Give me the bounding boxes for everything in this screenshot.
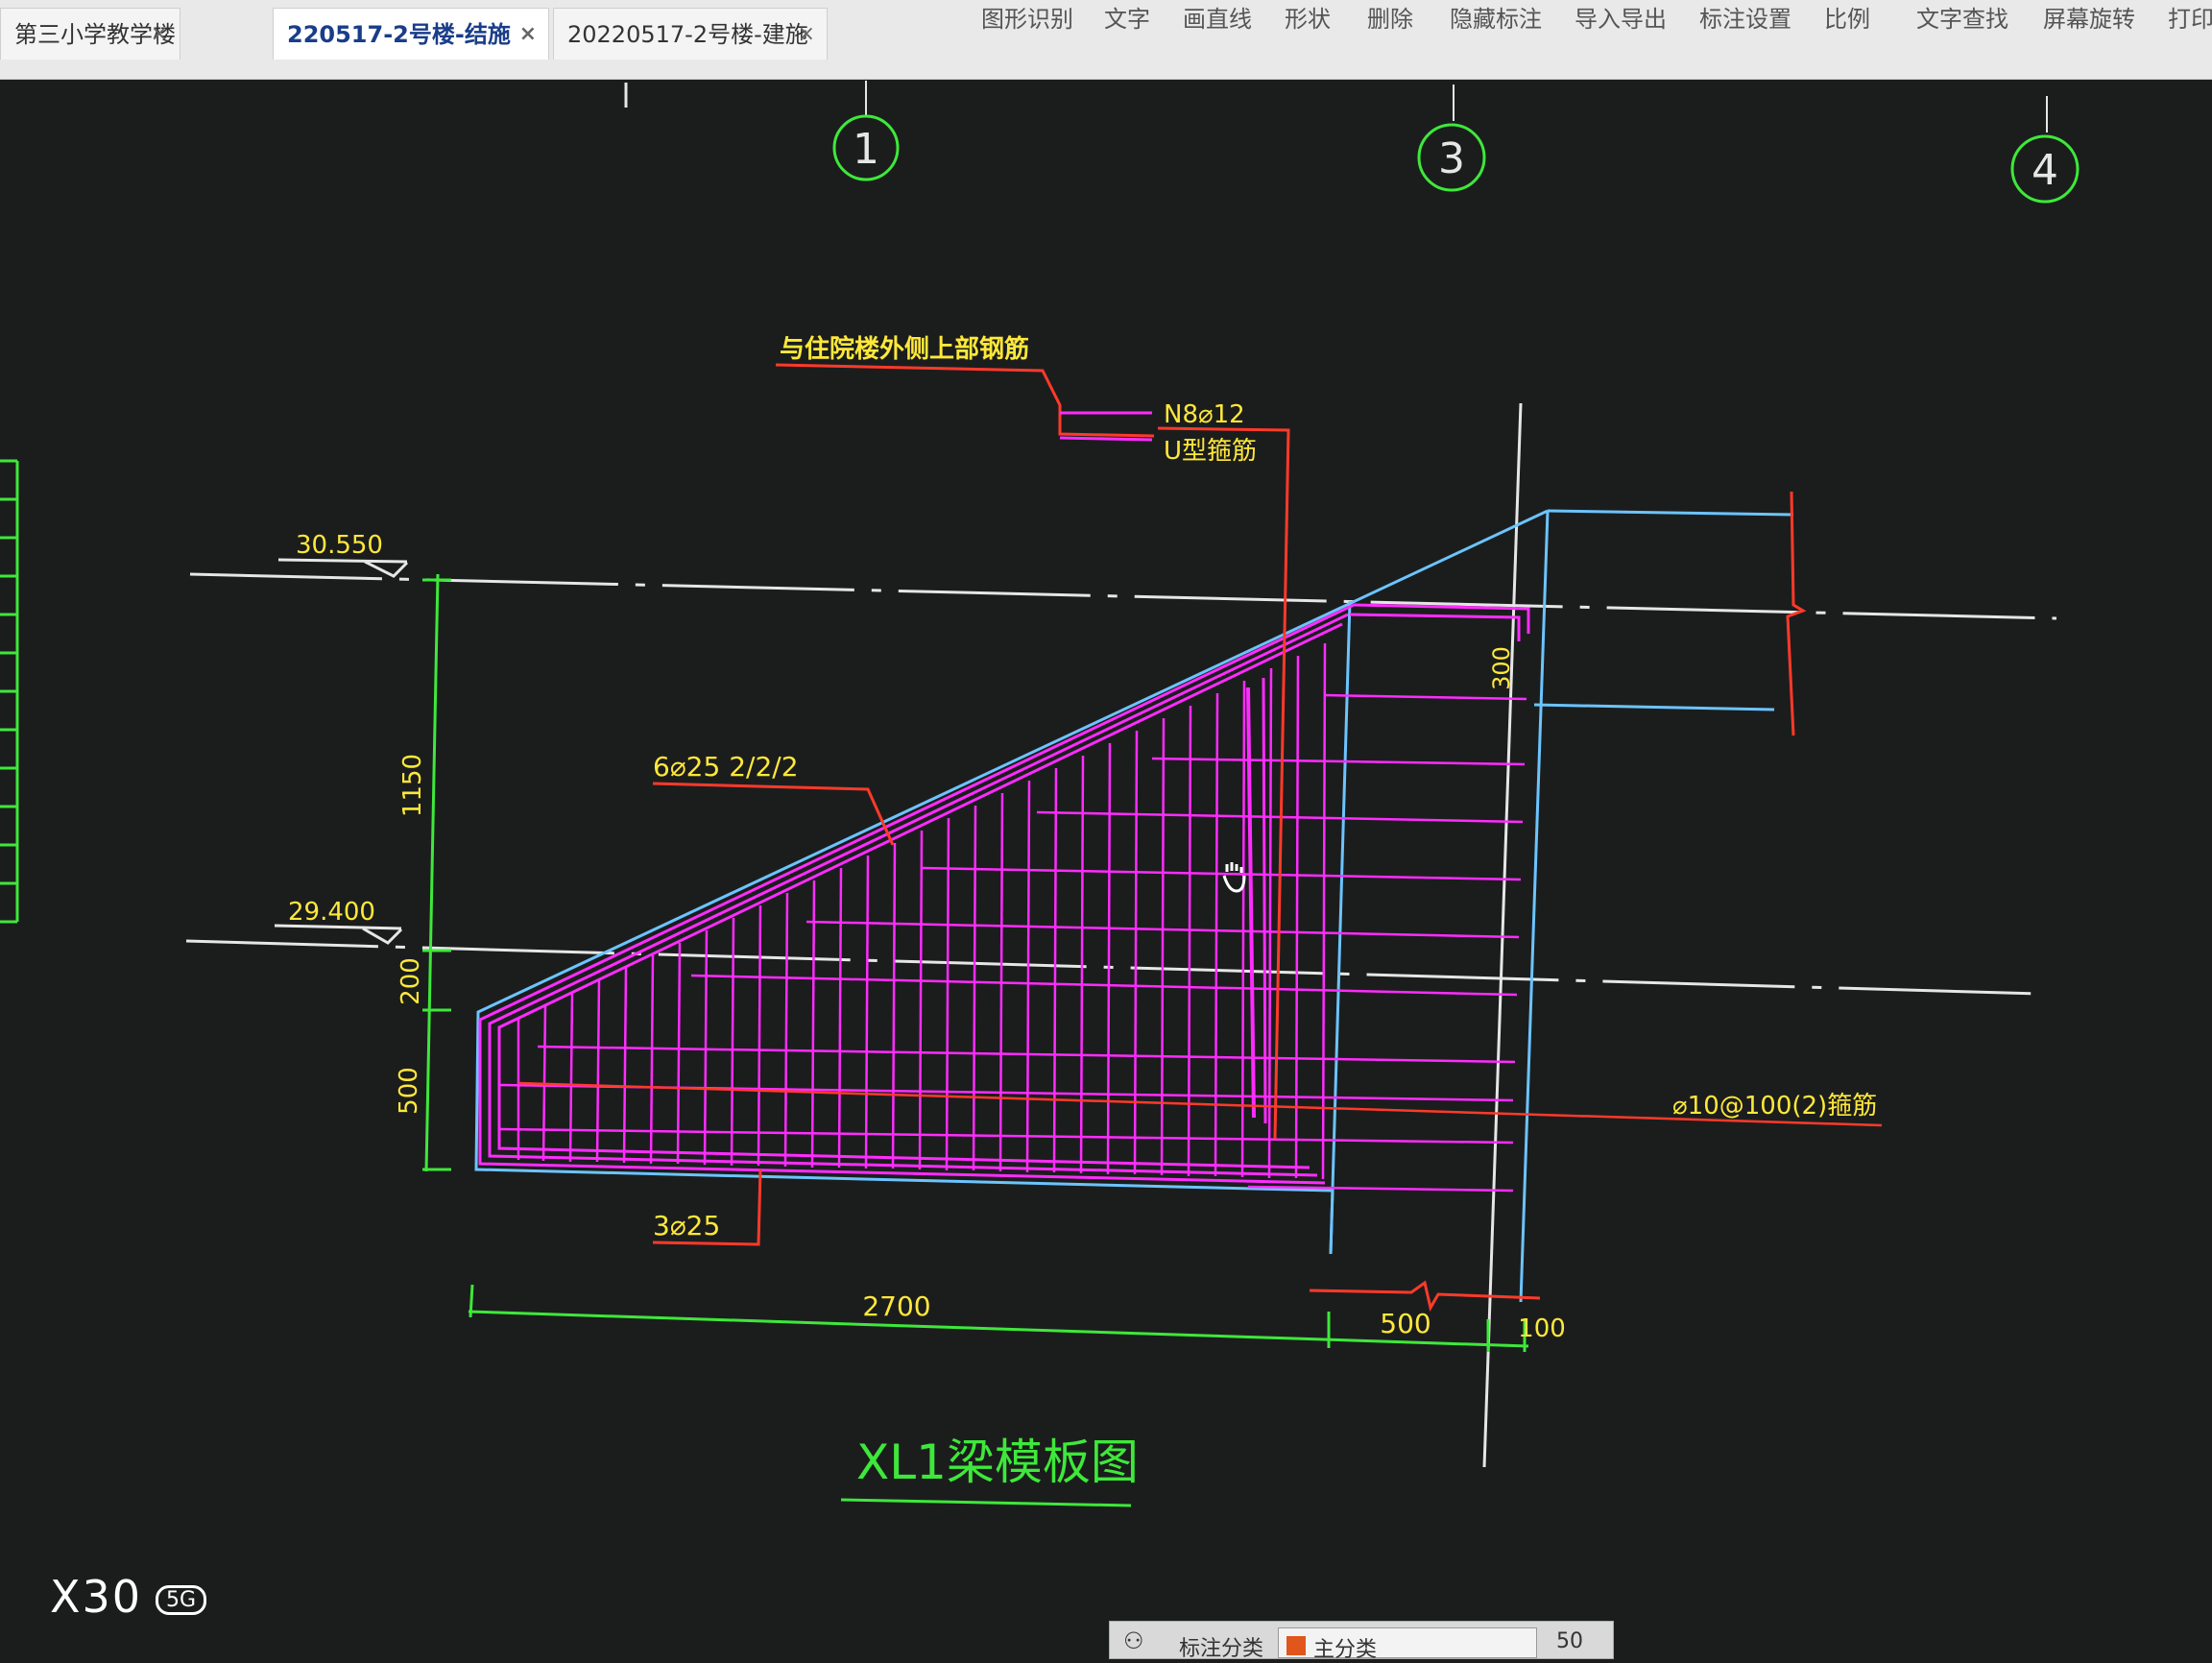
menu-scale[interactable]: 比例 (1824, 0, 1870, 34)
note-top-reinforcement: 与住院楼外侧上部钢筋 (780, 334, 1029, 364)
menu-print[interactable]: 打印 (2168, 0, 2212, 34)
tab-label: 20220517-2号楼-建施 (567, 21, 808, 48)
status-extra: 50 (1556, 1629, 1583, 1653)
menu-image-recognition[interactable]: 图形识别 (981, 0, 1073, 34)
tab-architecture[interactable]: 20220517-2号楼-建施 × (553, 8, 828, 60)
cad-drawing-canvas[interactable]: 1 3 4 30.550 29.400 1150 200 500 300 270… (0, 79, 2212, 1659)
tab-school-building[interactable]: 第三小学教学楼（图审… × (0, 8, 180, 60)
title-underline (840, 1498, 1132, 1507)
hand-cursor-icon (1222, 862, 1246, 893)
watermark-badge: 5G (156, 1585, 207, 1615)
annotation-category-select[interactable]: 主分类 (1278, 1627, 1537, 1662)
menu-annotation-settings[interactable]: 标注设置 (1699, 0, 1791, 34)
dimension-100: 100 (1518, 1314, 1566, 1343)
menu-import-export[interactable]: 导入导出 (1575, 0, 1667, 34)
menu-shape[interactable]: 形状 (1285, 0, 1331, 34)
axis-label: 1 (853, 125, 879, 174)
menu-screen-rotate[interactable]: 屏幕旋转 (2043, 0, 2135, 34)
menu-text-search[interactable]: 文字查找 (1916, 0, 2008, 34)
u-bar-leader (1059, 436, 1153, 442)
note-bottom-bars: 3⌀25 (653, 1210, 720, 1241)
dimension-2700: 2700 (862, 1290, 930, 1322)
note-u-stirrup: U型箍筋 (1164, 437, 1257, 466)
menu-hide-annotations[interactable]: 隐藏标注 (1450, 0, 1542, 34)
reference-line (1482, 402, 1523, 1468)
menu-draw-line[interactable]: 画直线 (1183, 0, 1252, 34)
axis-bubble-3: 3 (1417, 123, 1486, 192)
rebar-stirrups (517, 642, 1327, 1180)
note-n-bar: N8⌀12 (1164, 400, 1245, 429)
axis-label: 3 (1438, 134, 1465, 183)
elevation-label-upper: 30.550 (296, 531, 383, 560)
note-top-bars: 6⌀25 2/2/2 (653, 751, 799, 783)
axis-label: 4 (2032, 146, 2058, 195)
dimension-500: 500 (395, 1067, 423, 1115)
annotation-category-value: 主分类 (1313, 1638, 1378, 1662)
dimension-lines (422, 573, 1529, 1507)
axis-bubble-4: 4 (2010, 134, 2080, 204)
status-label: 标注分类 (1179, 1637, 1264, 1661)
dimension-200: 200 (397, 957, 425, 1005)
close-icon[interactable]: × (151, 9, 168, 60)
camera-watermark: X30 5G (50, 1571, 207, 1623)
rebar-cage (478, 603, 1530, 1193)
axis-bubble-1: 1 (832, 114, 900, 181)
elevation-line-upper: 30.550 (189, 531, 2057, 620)
tab-label: 220517-2号楼-结施 (287, 21, 511, 48)
close-icon[interactable]: × (519, 9, 537, 60)
close-icon[interactable]: × (798, 9, 815, 60)
menu-delete[interactable]: 删除 (1367, 0, 1413, 34)
elevation-line-lower: 29.400 (185, 898, 2042, 996)
menu-text[interactable]: 文字 (1104, 0, 1150, 34)
status-bar: ⚇ 标注分类 主分类 50 (1109, 1621, 1614, 1662)
elevation-label-lower: 29.400 (288, 898, 375, 927)
toolbar: 第三小学教学楼（图审… × 220517-2号楼-结施 × 20220517-2… (0, 0, 2212, 80)
note-stirrup: ⌀10@100(2)箍筋 (1672, 1092, 1877, 1121)
watermark-brand: X30 (50, 1571, 143, 1623)
left-edge-grid (0, 459, 19, 924)
tab-structure[interactable]: 220517-2号楼-结施 × (273, 8, 549, 60)
dimension-300: 300 (1488, 646, 1515, 690)
dimension-500: 500 (1380, 1308, 1431, 1339)
color-swatch (1286, 1636, 1306, 1655)
dimension-1150: 1150 (398, 754, 427, 817)
drawing-title: XL1梁模板图 (856, 1434, 1139, 1490)
group-icon: ⚇ (1123, 1627, 1144, 1654)
